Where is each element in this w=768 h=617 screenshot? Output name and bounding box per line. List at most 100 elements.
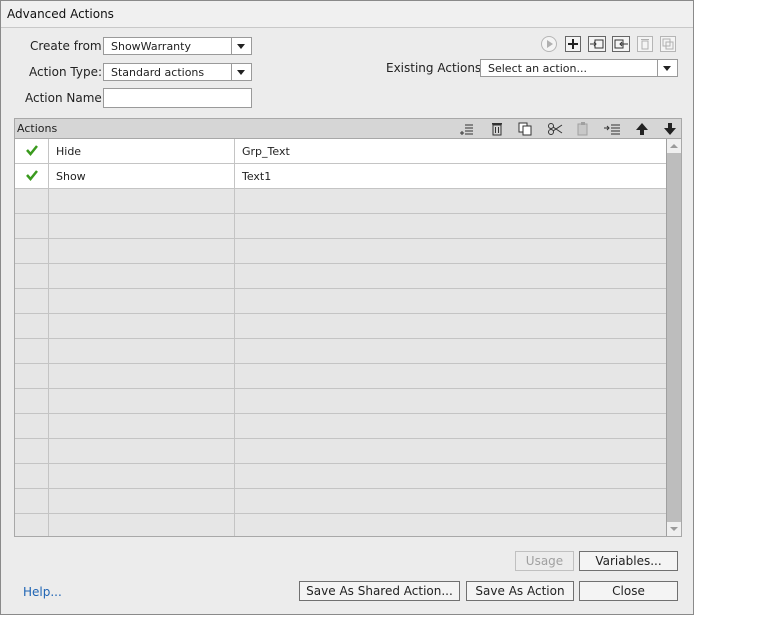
action-name-input[interactable]	[103, 88, 252, 108]
actions-grid: Hide Grp_Text Show Text1	[15, 139, 666, 536]
empty-row[interactable]	[15, 464, 666, 489]
empty-row[interactable]	[15, 489, 666, 514]
delete-icon[interactable]	[489, 121, 505, 137]
usage-button[interactable]: Usage	[515, 551, 574, 571]
empty-cell	[15, 414, 49, 438]
empty-cell	[49, 514, 235, 536]
empty-cell	[49, 239, 235, 263]
action-type-dropdown[interactable]: Standard actions	[103, 63, 252, 81]
vertical-scrollbar[interactable]	[666, 139, 681, 536]
empty-cell	[15, 264, 49, 288]
empty-cell	[15, 189, 49, 213]
advanced-actions-dialog: Advanced Actions Create from: ShowWarran…	[0, 0, 694, 615]
empty-row[interactable]	[15, 264, 666, 289]
check-icon	[26, 170, 38, 181]
target-cell[interactable]: Text1	[235, 164, 666, 188]
title-bar: Advanced Actions	[1, 1, 693, 28]
close-button[interactable]: Close	[579, 581, 678, 601]
empty-cell	[15, 514, 49, 536]
empty-cell	[15, 339, 49, 363]
empty-cell	[15, 289, 49, 313]
empty-row[interactable]	[15, 439, 666, 464]
export-icon[interactable]	[612, 36, 630, 52]
empty-cell	[15, 314, 49, 338]
empty-row[interactable]	[15, 414, 666, 439]
empty-cell	[49, 389, 235, 413]
status-cell	[15, 164, 49, 188]
empty-row[interactable]	[15, 189, 666, 214]
move-down-icon[interactable]	[662, 121, 678, 137]
empty-row[interactable]	[15, 389, 666, 414]
empty-cell	[15, 489, 49, 513]
empty-cell	[15, 389, 49, 413]
empty-cell	[49, 314, 235, 338]
empty-cell	[235, 264, 666, 288]
empty-cell	[15, 364, 49, 388]
empty-cell	[49, 464, 235, 488]
target-cell[interactable]: Grp_Text	[235, 139, 666, 163]
empty-cell	[235, 189, 666, 213]
target-text: Text1	[242, 170, 272, 183]
action-row[interactable]: Hide Grp_Text	[15, 139, 666, 164]
empty-cell	[15, 239, 49, 263]
create-from-value: ShowWarranty	[111, 40, 191, 53]
save-as-shared-action-button[interactable]: Save As Shared Action...	[299, 581, 460, 601]
empty-cell	[235, 414, 666, 438]
empty-row[interactable]	[15, 339, 666, 364]
copy-icon[interactable]	[517, 121, 533, 137]
create-from-dropdown[interactable]: ShowWarranty	[103, 37, 252, 55]
empty-cell	[15, 439, 49, 463]
add-icon[interactable]	[565, 36, 581, 52]
action-cell[interactable]: Hide	[49, 139, 235, 163]
empty-row[interactable]	[15, 314, 666, 339]
action-text: Hide	[56, 145, 82, 158]
target-text: Grp_Text	[242, 145, 290, 158]
chevron-down-icon	[231, 38, 251, 54]
insert-icon[interactable]	[459, 121, 475, 137]
existing-actions-dropdown[interactable]: Select an action...	[480, 59, 678, 77]
empty-cell	[15, 464, 49, 488]
paste-icon[interactable]	[575, 121, 591, 137]
empty-cell	[15, 214, 49, 238]
empty-cell	[235, 464, 666, 488]
empty-cell	[235, 514, 666, 536]
action-name-label: Action Name:	[25, 91, 106, 105]
help-link[interactable]: Help...	[23, 585, 62, 599]
empty-row[interactable]	[15, 364, 666, 389]
import-icon[interactable]	[588, 36, 606, 52]
actions-panel: Actions Hide Grp_Text Show Text1	[14, 118, 682, 537]
chevron-down-icon	[657, 60, 677, 76]
empty-cell	[235, 364, 666, 388]
empty-cell	[49, 264, 235, 288]
create-from-label: Create from:	[30, 39, 106, 53]
empty-cell	[235, 489, 666, 513]
status-cell	[15, 139, 49, 163]
duplicate-icon[interactable]	[660, 36, 676, 52]
window-title: Advanced Actions	[7, 7, 114, 21]
indent-icon[interactable]	[603, 121, 620, 137]
cut-icon[interactable]	[547, 121, 563, 137]
existing-actions-value: Select an action...	[488, 62, 587, 75]
scroll-up-icon[interactable]	[667, 139, 681, 153]
empty-cell	[235, 339, 666, 363]
empty-row[interactable]	[15, 289, 666, 314]
empty-cell	[235, 214, 666, 238]
delete-icon[interactable]	[637, 36, 653, 52]
empty-cell	[49, 439, 235, 463]
save-as-action-button[interactable]: Save As Action	[466, 581, 574, 601]
empty-row[interactable]	[15, 514, 666, 536]
empty-row[interactable]	[15, 239, 666, 264]
action-cell[interactable]: Show	[49, 164, 235, 188]
action-row[interactable]: Show Text1	[15, 164, 666, 189]
check-icon	[26, 145, 38, 156]
empty-cell	[49, 189, 235, 213]
empty-cell	[235, 439, 666, 463]
scroll-down-icon[interactable]	[667, 522, 681, 536]
empty-cell	[49, 364, 235, 388]
variables-button[interactable]: Variables...	[579, 551, 678, 571]
preview-icon[interactable]	[541, 36, 557, 52]
empty-cell	[235, 239, 666, 263]
empty-row[interactable]	[15, 214, 666, 239]
empty-cell	[49, 339, 235, 363]
move-up-icon[interactable]	[634, 121, 650, 137]
